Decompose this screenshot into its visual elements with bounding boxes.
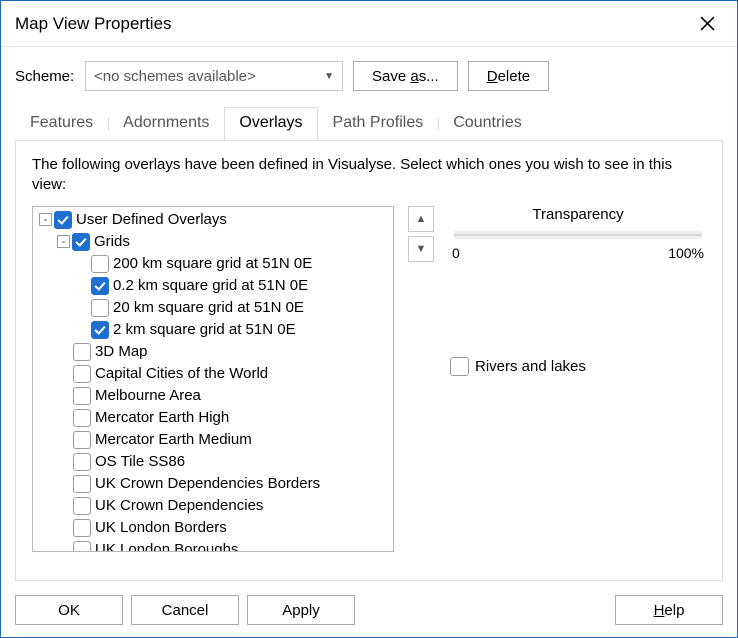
window-title: Map View Properties <box>15 14 695 34</box>
tab-bar: FeaturesAdornmentsOverlaysPath ProfilesC… <box>15 103 723 141</box>
tree-checkbox[interactable] <box>73 475 91 493</box>
save-as-button[interactable]: Save as... <box>353 61 458 91</box>
tree-node-label: Mercator Earth Medium <box>95 431 252 448</box>
tree-node[interactable]: 20 km square grid at 51N 0E <box>37 297 393 319</box>
tree-node[interactable]: 200 km square grid at 51N 0E <box>37 253 393 275</box>
tree-checkbox[interactable] <box>73 387 91 405</box>
scheme-row: Scheme: <no schemes available> ▼ Save as… <box>15 61 723 91</box>
tree-node[interactable]: - Grids <box>37 231 393 253</box>
tree-checkbox[interactable] <box>54 211 72 229</box>
dialog-footer: OK Cancel Apply Help <box>1 591 737 637</box>
transparency-max: 100% <box>668 245 704 261</box>
overlays-description: The following overlays have been defined… <box>32 155 706 196</box>
tree-checkbox[interactable] <box>73 519 91 537</box>
tab-features[interactable]: Features <box>15 107 108 141</box>
tree-node[interactable]: UK Crown Dependencies Borders <box>37 473 393 495</box>
close-icon <box>700 16 715 31</box>
tree-checkbox[interactable] <box>73 453 91 471</box>
tree-node[interactable]: 3D Map <box>37 341 393 363</box>
tree-node-label: UK Crown Dependencies <box>95 497 263 514</box>
tree-node[interactable]: UK London Boroughs <box>37 539 393 552</box>
tree-node[interactable]: Capital Cities of the World <box>37 363 393 385</box>
ok-button[interactable]: OK <box>15 595 123 625</box>
delete-button[interactable]: Delete <box>468 61 549 91</box>
tree-node[interactable]: 0.2 km square grid at 51N 0E <box>37 275 393 297</box>
transparency-label: Transparency <box>450 206 706 223</box>
tree-checkbox[interactable] <box>73 365 91 383</box>
tree-node-label: Mercator Earth High <box>95 409 229 426</box>
tree-checkbox[interactable] <box>73 431 91 449</box>
transparency-slider[interactable] <box>454 231 702 239</box>
tree-node[interactable]: UK London Borders <box>37 517 393 539</box>
cancel-button[interactable]: Cancel <box>131 595 239 625</box>
apply-button[interactable]: Apply <box>247 595 355 625</box>
rivers-checkbox[interactable] <box>450 357 469 376</box>
tree-node-label: 3D Map <box>95 343 148 360</box>
tree-checkbox[interactable] <box>73 497 91 515</box>
tree-node-label: UK Crown Dependencies Borders <box>95 475 320 492</box>
close-button[interactable] <box>695 12 719 36</box>
tree-checkbox[interactable] <box>73 409 91 427</box>
collapse-icon[interactable]: - <box>57 235 70 248</box>
tree-node-label: OS Tile SS86 <box>95 453 185 470</box>
scheme-label: Scheme: <box>15 68 75 85</box>
overlays-tree[interactable]: -User Defined Overlays-Grids200 km squar… <box>32 206 394 552</box>
transparency-min: 0 <box>452 245 460 261</box>
tree-checkbox[interactable] <box>91 299 109 317</box>
tree-node[interactable]: 2 km square grid at 51N 0E <box>37 319 393 341</box>
tree-checkbox[interactable] <box>72 233 90 251</box>
tree-node-label: 200 km square grid at 51N 0E <box>113 255 312 272</box>
tree-node[interactable]: Melbourne Area <box>37 385 393 407</box>
tab-overlays[interactable]: Overlays <box>224 107 317 141</box>
map-view-properties-dialog: Map View Properties Scheme: <no schemes … <box>0 0 738 638</box>
tree-node[interactable]: - User Defined Overlays <box>37 209 393 231</box>
tree-node[interactable]: OS Tile SS86 <box>37 451 393 473</box>
tree-node[interactable]: Mercator Earth High <box>37 407 393 429</box>
chevron-down-icon: ▼ <box>324 71 334 82</box>
tree-checkbox[interactable] <box>91 321 109 339</box>
tab-adornments[interactable]: Adornments <box>108 107 224 141</box>
collapse-icon[interactable]: - <box>39 213 52 226</box>
move-up-button[interactable]: ▲ <box>408 206 434 232</box>
overlays-pane: The following overlays have been defined… <box>15 140 723 581</box>
tree-node-label: 2 km square grid at 51N 0E <box>113 321 296 338</box>
tree-node-label: 20 km square grid at 51N 0E <box>113 299 304 316</box>
tree-node-label: User Defined Overlays <box>76 211 227 228</box>
tree-node-label: Grids <box>94 233 130 250</box>
scheme-value: <no schemes available> <box>94 68 256 85</box>
scheme-select[interactable]: <no schemes available> ▼ <box>85 61 343 91</box>
tree-checkbox[interactable] <box>91 255 109 273</box>
tree-checkbox[interactable] <box>73 541 91 552</box>
tree-node[interactable]: UK Crown Dependencies <box>37 495 393 517</box>
tree-checkbox[interactable] <box>91 277 109 295</box>
tree-node-label: Melbourne Area <box>95 387 201 404</box>
tree-node-label: 0.2 km square grid at 51N 0E <box>113 277 308 294</box>
tree-node[interactable]: Mercator Earth Medium <box>37 429 393 451</box>
move-down-button[interactable]: ▼ <box>408 236 434 262</box>
tree-node-label: UK London Borders <box>95 519 227 536</box>
tab-path-profiles[interactable]: Path Profiles <box>318 107 439 141</box>
help-button[interactable]: Help <box>615 595 723 625</box>
tree-checkbox[interactable] <box>73 343 91 361</box>
tab-countries[interactable]: Countries <box>438 107 536 141</box>
title-bar: Map View Properties <box>1 1 737 47</box>
tree-node-label: UK London Boroughs <box>95 541 238 552</box>
rivers-label: Rivers and lakes <box>475 358 586 375</box>
tree-node-label: Capital Cities of the World <box>95 365 268 382</box>
